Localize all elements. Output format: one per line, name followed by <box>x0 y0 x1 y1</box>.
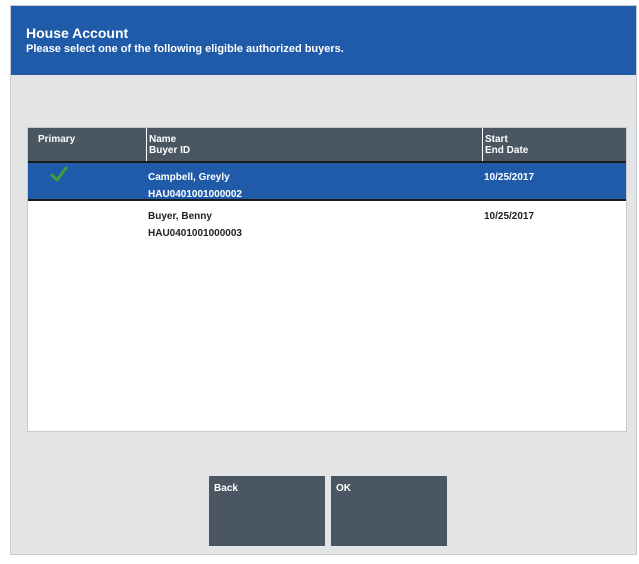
column-header-buyer-id-label: Buyer ID <box>149 145 191 156</box>
name-cell: Buyer, Benny HAU0401001000003 <box>148 208 242 242</box>
back-button[interactable]: Back <box>209 476 325 546</box>
table-row[interactable]: Buyer, Benny HAU0401001000003 10/25/2017 <box>28 201 626 241</box>
start-date: 10/25/2017 <box>484 211 535 222</box>
dialog-header: House Account Please select one of the f… <box>11 6 636 75</box>
page-subtitle: Please select one of the following eligi… <box>26 43 344 55</box>
column-header-name-label: Name <box>149 134 177 145</box>
column-header-end-date-label: End Date <box>485 145 529 156</box>
column-header-name: Name Buyer ID <box>146 128 482 161</box>
ok-button[interactable]: OK <box>331 476 447 546</box>
column-header-primary-label: Primary <box>38 134 76 145</box>
start-date: 10/25/2017 <box>484 172 535 183</box>
name-cell: Campbell, Greyly HAU0401001000002 <box>148 169 242 203</box>
buyer-name: Campbell, Greyly <box>148 172 230 183</box>
buyers-table: Primary Name Buyer ID Start End Date Cam… <box>27 127 627 432</box>
table-row[interactable]: Campbell, Greyly HAU0401001000002 10/25/… <box>28 161 626 201</box>
check-icon <box>50 166 68 182</box>
page-title: House Account <box>26 25 129 41</box>
column-header-date: Start End Date <box>482 128 626 161</box>
dialog-frame: House Account Please select one of the f… <box>10 5 637 555</box>
column-header-primary: Primary <box>28 128 146 161</box>
buyer-name: Buyer, Benny <box>148 211 212 222</box>
column-header-start-label: Start <box>485 134 508 145</box>
primary-cell <box>50 165 68 189</box>
table-header: Primary Name Buyer ID Start End Date <box>28 128 626 161</box>
buyer-id: HAU0401001000003 <box>148 228 242 239</box>
